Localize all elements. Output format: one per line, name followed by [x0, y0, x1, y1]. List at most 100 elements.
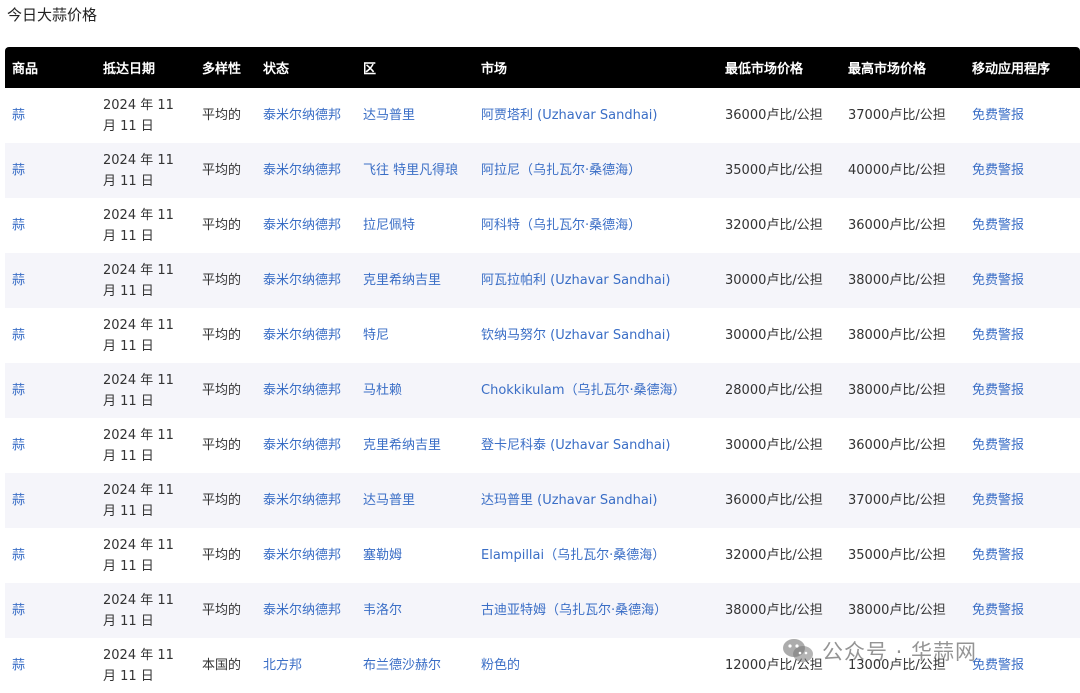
cell-state[interactable]: 泰米尔纳德邦	[256, 143, 356, 198]
cell-max-price: 38000卢比/公担	[848, 328, 946, 343]
cell-state[interactable]: 北方邦	[256, 638, 356, 693]
cell-state[interactable]: 泰米尔纳德邦	[256, 583, 356, 638]
cell-arrival-date: 2024 年 11 月 11 日	[103, 647, 174, 684]
table-body: 蒜 2024 年 11 月 11 日平均的 泰米尔纳德邦 达马普里 阿贾塔利 (Uzha…	[5, 88, 1080, 693]
cell-commodity[interactable]: 蒜	[5, 583, 96, 638]
cell-state[interactable]: 泰米尔纳德邦	[256, 308, 356, 363]
cell-market[interactable]: 阿拉尼（乌扎瓦尔·桑德海）	[474, 143, 718, 198]
cell-commodity[interactable]: 蒜	[5, 363, 96, 418]
table-row: 蒜 2024 年 11 月 11 日 平均的 泰米尔纳德邦 塞勒姆 Elampillai（…	[5, 528, 1080, 583]
cell-free-alert-link[interactable]: 免费警报	[965, 363, 1080, 418]
table-row: 蒜 2024 年 11 月 11 日 平均的 泰米尔纳德邦 克里希纳吉里 阿瓦拉帕利 (U…	[5, 253, 1080, 308]
cell-arrival-date: 2024 年 11 月 11 日	[103, 482, 174, 519]
cell-variety: 平均的	[202, 163, 242, 178]
cell-arrival-date: 2024 年 11 月 11 日	[103, 152, 174, 189]
cell-district[interactable]: 马杜赖	[356, 363, 474, 418]
cell-min-price: 36000卢比/公担	[725, 108, 823, 123]
cell-commodity[interactable]: 蒜	[5, 308, 96, 363]
cell-commodity[interactable]: 蒜	[5, 418, 96, 473]
price-table: 商品 抵达日期 多样性 状态 区 市场 最低市场价格 最高市场价格 移动应用程序…	[5, 47, 1080, 693]
cell-state[interactable]: 泰米尔纳德邦	[256, 253, 356, 308]
cell-variety: 本国的	[202, 658, 242, 673]
cell-free-alert-link[interactable]: 免费警报	[965, 198, 1080, 253]
cell-max-price: 37000卢比/公担	[848, 493, 946, 508]
cell-max-price: 37000卢比/公担	[848, 108, 946, 123]
cell-market[interactable]: 达玛普里 (Uzhavar Sandhai)	[474, 473, 718, 528]
header-variety: 多样性	[202, 62, 242, 77]
cell-district[interactable]: 达马普里	[356, 88, 474, 143]
cell-market[interactable]: 登卡尼科泰 (Uzhavar Sandhai)	[474, 418, 718, 473]
cell-market[interactable]: 阿科特（乌扎瓦尔·桑德海）	[474, 198, 718, 253]
cell-state[interactable]: 泰米尔纳德邦	[256, 528, 356, 583]
cell-market[interactable]: 钦纳马努尔 (Uzhavar Sandhai)	[474, 308, 718, 363]
cell-min-price: 30000卢比/公担	[725, 438, 823, 453]
cell-max-price: 36000卢比/公担	[848, 218, 946, 233]
cell-max-price: 38000卢比/公担	[848, 273, 946, 288]
cell-free-alert-link[interactable]: 免费警报	[965, 638, 1080, 693]
cell-commodity[interactable]: 蒜	[5, 638, 96, 693]
header-arrival-date: 抵达日期	[103, 62, 156, 77]
cell-market[interactable]: 阿瓦拉帕利 (Uzhavar Sandhai)	[474, 253, 718, 308]
header-min-price: 最低市场价格	[725, 62, 804, 77]
cell-commodity[interactable]: 蒜	[5, 143, 96, 198]
cell-arrival-date: 2024 年 11 月 11 日	[103, 592, 174, 629]
cell-variety: 平均的	[202, 493, 242, 508]
cell-state[interactable]: 泰米尔纳德邦	[256, 473, 356, 528]
cell-arrival-date: 2024 年 11 月 11 日	[103, 262, 174, 299]
cell-arrival-date: 2024 年 11 月 11 日	[103, 537, 174, 574]
cell-free-alert-link[interactable]: 免费警报	[965, 308, 1080, 363]
cell-free-alert-link[interactable]: 免费警报	[965, 418, 1080, 473]
cell-market[interactable]: Elampillai（乌扎瓦尔·桑德海）	[474, 528, 718, 583]
table-row: 蒜 2024 年 11 月 11 日 平均的 泰米尔纳德邦 克里希纳吉里 登卡尼科泰 (U…	[5, 418, 1080, 473]
cell-district[interactable]: 塞勒姆	[356, 528, 474, 583]
cell-min-price: 28000卢比/公担	[725, 383, 823, 398]
cell-commodity[interactable]: 蒜	[5, 198, 96, 253]
header-state: 状态	[263, 62, 290, 77]
cell-variety: 平均的	[202, 273, 242, 288]
cell-district[interactable]: 韦洛尔	[356, 583, 474, 638]
cell-arrival-date: 2024 年 11 月 11 日	[103, 207, 174, 244]
table-row: 蒜 2024 年 11 月 11 日 平均的 泰米尔纳德邦 特尼 钦纳马努尔 (Uzhav…	[5, 308, 1080, 363]
cell-market[interactable]: 粉色的	[474, 638, 718, 693]
cell-commodity[interactable]: 蒜	[5, 253, 96, 308]
cell-state[interactable]: 泰米尔纳德邦	[256, 363, 356, 418]
cell-state[interactable]: 泰米尔纳德邦	[256, 198, 356, 253]
cell-market[interactable]: 阿贾塔利 (Uzhavar Sandhai)	[474, 88, 718, 143]
table-row: 蒜 2024 年 11 月 11 日 平均的 泰米尔纳德邦 拉尼佩特 阿科特（乌扎瓦尔·桑…	[5, 198, 1080, 253]
cell-max-price: 36000卢比/公担	[848, 438, 946, 453]
page-title: 今日大蒜价格	[7, 6, 98, 24]
cell-min-price: 32000卢比/公担	[725, 548, 823, 563]
cell-free-alert-link[interactable]: 免费警报	[965, 253, 1080, 308]
cell-free-alert-link[interactable]: 免费警报	[965, 473, 1080, 528]
cell-district[interactable]: 克里希纳吉里	[356, 253, 474, 308]
cell-variety: 平均的	[202, 603, 242, 618]
cell-variety: 平均的	[202, 218, 242, 233]
cell-state[interactable]: 泰米尔纳德邦	[256, 418, 356, 473]
cell-market[interactable]: Chokkikulam（乌扎瓦尔·桑德海）	[474, 363, 718, 418]
cell-commodity[interactable]: 蒜	[5, 88, 96, 143]
cell-district[interactable]: 拉尼佩特	[356, 198, 474, 253]
cell-district[interactable]: 布兰德沙赫尔	[356, 638, 474, 693]
table-row: 蒜 2024 年 11 月 11 日 平均的 泰米尔纳德邦 韦洛尔 古迪亚特姆（乌扎瓦尔·…	[5, 583, 1080, 638]
cell-variety: 平均的	[202, 108, 242, 123]
header-commodity: 商品	[12, 62, 39, 77]
cell-arrival-date: 2024 年 11 月 11 日	[103, 427, 174, 464]
cell-state[interactable]: 泰米尔纳德邦	[256, 88, 356, 143]
cell-district[interactable]: 克里希纳吉里	[356, 418, 474, 473]
cell-free-alert-link[interactable]: 免费警报	[965, 88, 1080, 143]
table-row: 蒜 2024 年 11 月 11 日 平均的 泰米尔纳德邦 达马普里 达玛普里 (Uzha…	[5, 473, 1080, 528]
cell-arrival-date: 2024 年 11 月 11 日	[103, 372, 174, 409]
cell-min-price: 35000卢比/公担	[725, 163, 823, 178]
cell-commodity[interactable]: 蒜	[5, 528, 96, 583]
cell-market[interactable]: 古迪亚特姆（乌扎瓦尔·桑德海）	[474, 583, 718, 638]
cell-district[interactable]: 特尼	[356, 308, 474, 363]
cell-district[interactable]: 飞往 特里凡得琅	[356, 143, 474, 198]
cell-free-alert-link[interactable]: 免费警报	[965, 143, 1080, 198]
cell-min-price: 38000卢比/公担	[725, 603, 823, 618]
cell-district[interactable]: 达马普里	[356, 473, 474, 528]
cell-variety: 平均的	[202, 383, 242, 398]
cell-free-alert-link[interactable]: 免费警报	[965, 528, 1080, 583]
cell-commodity[interactable]: 蒜	[5, 473, 96, 528]
cell-free-alert-link[interactable]: 免费警报	[965, 583, 1080, 638]
cell-max-price: 38000卢比/公担	[848, 383, 946, 398]
